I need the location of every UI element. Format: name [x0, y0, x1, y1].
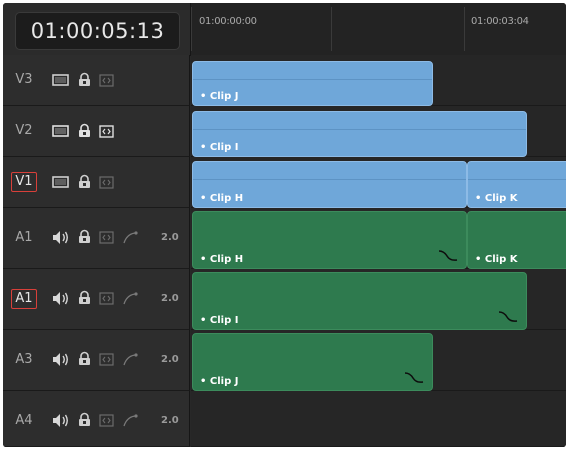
track-name[interactable]: A1: [11, 289, 37, 309]
curve-icon[interactable]: [122, 291, 139, 306]
auto-select-icon[interactable]: [99, 414, 114, 427]
auto-select-icon[interactable]: [99, 231, 114, 244]
curve-icon[interactable]: [122, 352, 139, 367]
track-header-a1-active[interactable]: A1 2.0: [3, 269, 190, 330]
track-header-a3[interactable]: A3 2.0: [3, 330, 190, 391]
auto-select-icon[interactable]: [99, 353, 114, 366]
clip-i-video[interactable]: • Clip I: [192, 111, 527, 157]
clip-label: • Clip I: [200, 315, 239, 326]
ruler-label-start: 01:00:00:00: [199, 16, 257, 27]
ruler-tick: [191, 7, 192, 51]
track-name[interactable]: A1: [11, 228, 37, 248]
clip-i-audio[interactable]: • Clip I: [192, 272, 527, 330]
clip-label: • Clip J: [200, 91, 239, 102]
clip-label: • Clip H: [200, 193, 244, 204]
curve-icon[interactable]: [122, 413, 139, 428]
auto-select-icon[interactable]: [99, 125, 114, 138]
clip-band: [193, 112, 526, 130]
lane-v2[interactable]: • Clip I: [191, 106, 566, 157]
timeline-panel: 01:00:05:13 01:00:00:00 01:00:03:04 V3 V…: [3, 3, 566, 447]
timecode-area: 01:00:05:13: [3, 3, 191, 56]
volume-curve-icon: [498, 311, 518, 322]
lane-a1[interactable]: • Clip H • Clip K: [191, 208, 566, 269]
lane-a3[interactable]: • Clip J: [191, 330, 566, 391]
channel-format: 2.0: [161, 415, 179, 426]
volume-curve-icon: [404, 372, 424, 383]
track-name[interactable]: V2: [11, 121, 37, 141]
speaker-icon[interactable]: [52, 352, 69, 367]
track-header-v3[interactable]: V3: [3, 55, 190, 106]
track-name[interactable]: A3: [11, 350, 37, 370]
clip-label: • Clip K: [475, 254, 518, 265]
speaker-icon[interactable]: [52, 291, 69, 306]
clip-label: • Clip K: [475, 193, 518, 204]
auto-select-icon[interactable]: [99, 74, 114, 87]
lane-v3[interactable]: • Clip J: [191, 55, 566, 106]
curve-icon[interactable]: [122, 230, 139, 245]
clip-j-video[interactable]: • Clip J: [192, 61, 433, 106]
lock-icon[interactable]: [77, 72, 92, 87]
lock-icon[interactable]: [77, 290, 92, 305]
timeline-ruler[interactable]: 01:00:00:00 01:00:03:04: [191, 3, 566, 56]
channel-format: 2.0: [161, 354, 179, 365]
ruler-tick: [464, 7, 465, 51]
lane-a1-active[interactable]: • Clip I: [191, 269, 566, 330]
speaker-icon[interactable]: [52, 230, 69, 245]
track-name[interactable]: V3: [11, 70, 37, 90]
clip-k-video[interactable]: • Clip K: [467, 161, 566, 208]
auto-select-icon[interactable]: [99, 292, 114, 305]
lane-v1[interactable]: • Clip H • Clip K: [191, 157, 566, 208]
channel-format: 2.0: [161, 232, 179, 243]
track-header-a1[interactable]: A1 2.0: [3, 208, 190, 269]
clip-k-audio[interactable]: • Clip K: [467, 211, 566, 269]
lock-icon[interactable]: [77, 229, 92, 244]
clip-band: [468, 162, 566, 180]
clip-label: • Clip H: [200, 254, 244, 265]
clip-label: • Clip J: [200, 376, 239, 387]
timecode-display[interactable]: 01:00:05:13: [15, 12, 180, 50]
volume-curve-icon: [438, 250, 458, 261]
channel-format: 2.0: [161, 293, 179, 304]
auto-select-icon[interactable]: [99, 176, 114, 189]
track-name[interactable]: A4: [11, 411, 37, 431]
lock-icon[interactable]: [77, 123, 92, 138]
track-header-v2[interactable]: V2: [3, 106, 190, 157]
track-header-v1[interactable]: V1: [3, 157, 190, 208]
clip-label: • Clip I: [200, 142, 239, 153]
clip-j-audio[interactable]: • Clip J: [192, 333, 433, 391]
clip-h-audio[interactable]: • Clip H: [192, 211, 467, 269]
lock-icon[interactable]: [77, 412, 92, 427]
clip-h-video[interactable]: • Clip H: [192, 161, 467, 208]
ruler-tick: [331, 7, 332, 51]
track-header-a4[interactable]: A4 2.0: [3, 391, 190, 447]
lock-icon[interactable]: [77, 351, 92, 366]
clip-band: [193, 162, 466, 180]
monitor-icon[interactable]: [52, 74, 70, 87]
speaker-icon[interactable]: [52, 413, 69, 428]
ruler-label-mark: 01:00:03:04: [471, 16, 529, 27]
monitor-icon[interactable]: [52, 176, 70, 189]
monitor-icon[interactable]: [52, 125, 70, 138]
lane-a4[interactable]: [191, 391, 566, 447]
track-name[interactable]: V1: [11, 172, 37, 192]
clip-band: [193, 62, 432, 80]
lock-icon[interactable]: [77, 174, 92, 189]
